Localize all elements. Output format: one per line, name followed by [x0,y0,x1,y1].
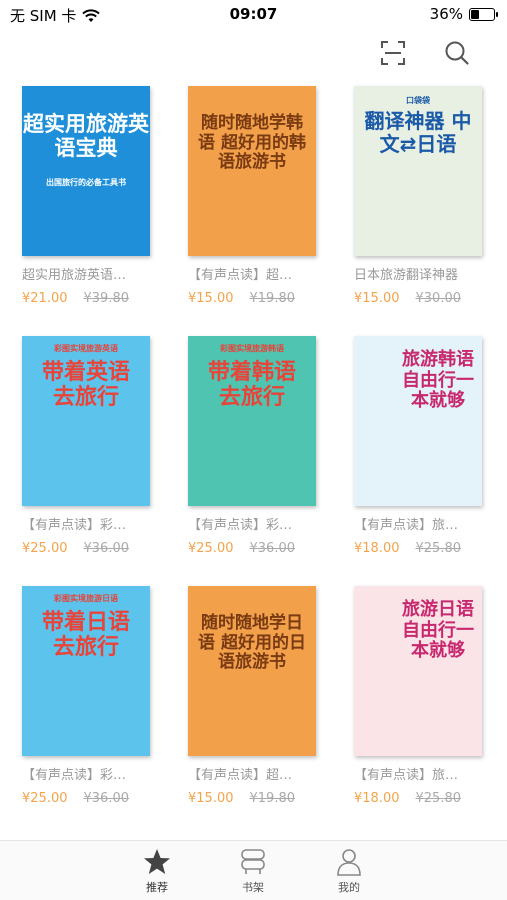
cover-subtitle: 彩图实境旅游英语 [54,344,118,353]
price: ¥25.00 [188,541,234,556]
price: ¥25.00 [22,791,68,806]
book-card[interactable]: 旅游日语 自由行一本就够 【有声点读】旅… ¥18.00 ¥25.80 [354,586,504,806]
price: ¥25.00 [22,541,68,556]
book-title: 【有声点读】超… [188,268,293,283]
book-cover[interactable]: 超实用旅游英语宝典 出国旅行的必备工具书 [22,86,150,256]
scan-button[interactable] [376,36,410,70]
original-price: ¥36.00 [83,791,130,806]
book-title: 【有声点读】彩… [22,518,127,533]
book-card[interactable]: 彩图实境旅游英语 带着英语去旅行 【有声点读】彩… ¥25.00 ¥36.00 [22,336,172,556]
book-card[interactable]: 随时随地学韩语 超好用的韩语旅游书 【有声点读】超… ¥15.00 ¥19.80 [188,86,338,306]
cover-subtitle: 彩图实境旅游日语 [54,594,118,603]
price: ¥18.00 [354,791,400,806]
cover-title: 带着韩语去旅行 [207,360,296,411]
price: ¥21.00 [22,291,68,306]
user-icon [337,849,361,876]
tab-bookshelf[interactable]: 书架 [223,847,283,895]
cover-title: 随时随地学日语 超好用的日语旅游书 [198,613,306,673]
cover-title: 随时随地学韩语 超好用的韩语旅游书 [198,113,306,173]
cover-subtitle: 彩图实境旅游韩语 [220,344,284,353]
cover-title: 旅游日语 自由行一本就够 [402,599,474,662]
original-price: ¥25.80 [415,541,462,556]
bookshelf-icon [241,849,265,874]
original-price: ¥25.80 [415,791,462,806]
cover-title: 翻译神器 中文⇄日语 [364,109,472,156]
battery-icon [469,7,498,21]
tab-label: 我的 [338,881,360,894]
book-cover[interactable]: 口袋袋 翻译神器 中文⇄日语 [354,86,482,256]
status-bar: 无 SIM 卡 09:07 36% [0,0,507,30]
original-price: ¥36.00 [249,541,296,556]
tab-mine[interactable]: 我的 [319,847,379,895]
original-price: ¥30.00 [415,291,462,306]
book-card[interactable]: 随时随地学日语 超好用的日语旅游书 【有声点读】超… ¥15.00 ¥19.80 [188,586,338,806]
tab-label: 书架 [242,881,264,894]
book-title: 【有声点读】彩… [22,768,127,783]
tab-label: 推荐 [146,881,168,894]
battery-percent: 36% [429,5,463,23]
search-icon [445,41,469,65]
price: ¥15.00 [188,291,234,306]
book-card[interactable]: 口袋袋 翻译神器 中文⇄日语 日本旅游翻译神器 ¥15.00 ¥30.00 [354,86,504,306]
book-cover[interactable]: 彩图实境旅游韩语 带着韩语去旅行 [188,336,316,506]
cover-title: 超实用旅游英语宝典 [23,112,149,161]
book-title: 超实用旅游英语… [22,268,127,283]
book-cover[interactable]: 彩图实境旅游日语 带着日语去旅行 [22,586,150,756]
price: ¥18.00 [354,541,400,556]
price: ¥15.00 [188,791,234,806]
status-right: 36% [429,5,498,23]
book-card[interactable]: 彩图实境旅游日语 带着日语去旅行 【有声点读】彩… ¥25.00 ¥36.00 [22,586,172,806]
cover-subtitle: 出国旅行的必备工具书 [46,178,126,187]
book-title: 【有声点读】超… [188,768,293,783]
book-card[interactable]: 旅游韩语 自由行一本就够 【有声点读】旅… ¥18.00 ¥25.80 [354,336,504,556]
scan-icon [381,41,405,65]
search-button[interactable] [440,36,474,70]
book-cover[interactable]: 旅游韩语 自由行一本就够 [354,336,482,506]
price: ¥15.00 [354,291,400,306]
book-cover[interactable]: 随时随地学日语 超好用的日语旅游书 [188,586,316,756]
book-card[interactable]: 彩图实境旅游韩语 带着韩语去旅行 【有声点读】彩… ¥25.00 ¥36.00 [188,336,338,556]
book-title: 【有声点读】旅… [354,518,459,533]
book-title: 【有声点读】旅… [354,768,459,783]
book-cover[interactable]: 彩图实境旅游英语 带着英语去旅行 [22,336,150,506]
original-price: ¥39.80 [83,291,130,306]
book-title: 【有声点读】彩… [188,518,293,533]
book-cover[interactable]: 旅游日语 自由行一本就够 [354,586,482,756]
cover-title: 带着日语去旅行 [41,610,130,661]
cover-subtitle: 口袋袋 [406,96,430,105]
book-card[interactable]: 超实用旅游英语宝典 出国旅行的必备工具书 超实用旅游英语… ¥21.00 ¥39.… [22,86,172,306]
book-cover[interactable]: 随时随地学韩语 超好用的韩语旅游书 [188,86,316,256]
star-icon [144,849,170,874]
tab-recommend[interactable]: 推荐 [127,847,187,895]
cover-title: 带着英语去旅行 [41,360,130,411]
book-title: 日本旅游翻译神器 [354,268,459,283]
cover-title: 旅游韩语 自由行一本就够 [402,349,474,412]
tab-bar: 推荐 书架 我的 [0,840,507,900]
nav-bar [0,30,507,76]
original-price: ¥19.80 [249,291,296,306]
original-price: ¥36.00 [83,541,130,556]
original-price: ¥19.80 [249,791,296,806]
